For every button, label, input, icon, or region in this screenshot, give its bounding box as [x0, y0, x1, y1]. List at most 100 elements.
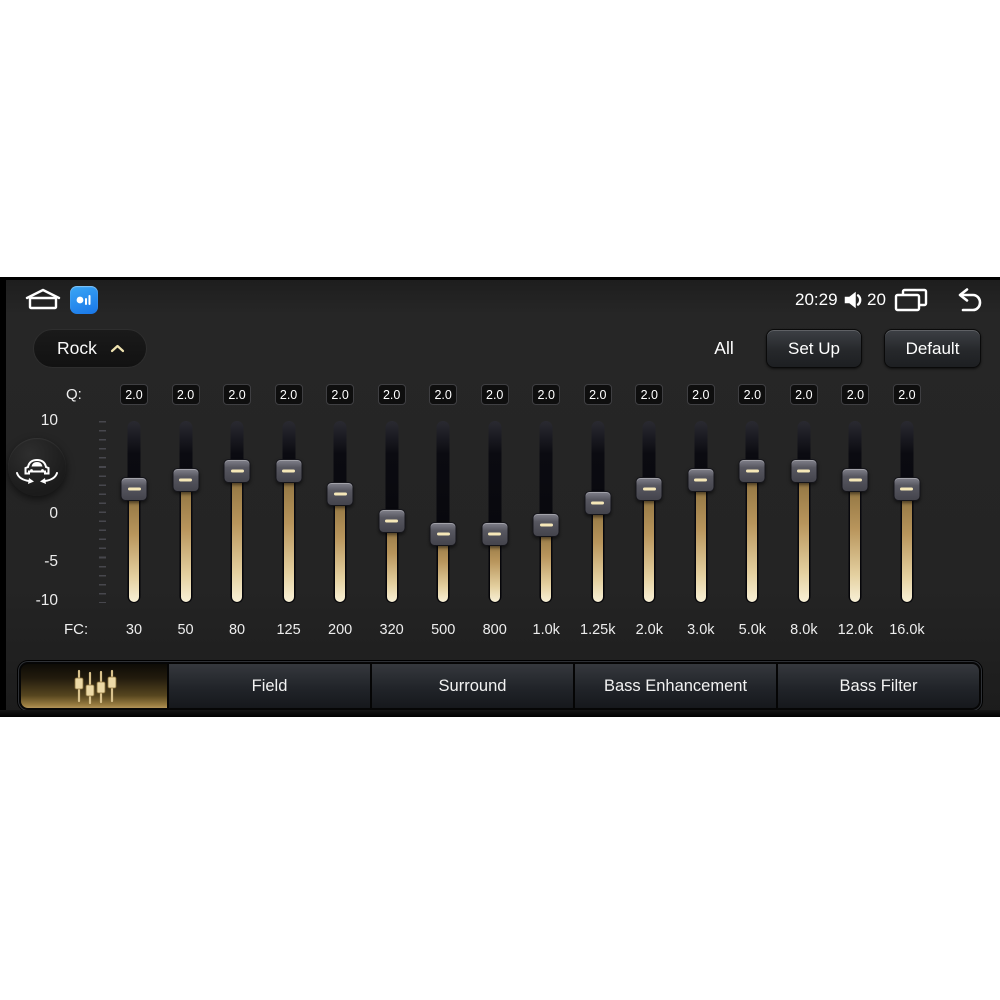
- eq-band: 2.0 200: [314, 384, 366, 638]
- home-icon: [25, 288, 61, 310]
- band-q-value[interactable]: 2.0: [583, 384, 612, 405]
- band-q-value[interactable]: 2.0: [274, 384, 303, 405]
- band-q-value[interactable]: 2.0: [738, 384, 767, 405]
- band-slider-handle[interactable]: [120, 477, 148, 501]
- tab-equalizer[interactable]: [21, 664, 169, 708]
- band-slider-handle[interactable]: [738, 459, 766, 483]
- band-slider-fill: [901, 489, 912, 602]
- band-frequency-label: 12.0k: [837, 622, 874, 638]
- band-frequency-label: 800: [482, 622, 507, 638]
- band-frequency-label: 3.0k: [687, 622, 715, 638]
- band-slider-handle[interactable]: [841, 468, 869, 492]
- band-q-value[interactable]: 2.0: [326, 384, 355, 405]
- band-slider-fill: [335, 493, 346, 602]
- band-slider-fill: [232, 471, 243, 602]
- eq-band: 2.0 500: [417, 384, 469, 638]
- tab-label: Bass Enhancement: [603, 676, 748, 695]
- band-q-value[interactable]: 2.0: [532, 384, 561, 405]
- recent-apps-button[interactable]: [893, 284, 929, 316]
- band-frequency-label: 200: [328, 622, 353, 638]
- tab-label: Bass Filter: [839, 676, 918, 695]
- tab-field[interactable]: Field: [169, 664, 372, 708]
- preset-selector[interactable]: Rock: [33, 329, 147, 368]
- tab-surround[interactable]: Surround: [372, 664, 575, 708]
- band-q-value[interactable]: 2.0: [480, 384, 509, 405]
- eq-band: 2.0 12.0k: [829, 384, 881, 638]
- eq-band: 2.0 5.0k: [726, 384, 778, 638]
- band-q-value[interactable]: 2.0: [120, 384, 148, 405]
- volume-indicator[interactable]: 20: [842, 284, 886, 316]
- sound-field-button[interactable]: [8, 438, 66, 496]
- eq-band: 2.0 1.25k: [572, 384, 624, 638]
- band-frequency-label: 1.0k: [532, 622, 560, 638]
- band-slider-handle[interactable]: [223, 459, 251, 483]
- band-frequency-label: 1.25k: [580, 622, 616, 638]
- eq-band: 2.0 3.0k: [675, 384, 727, 638]
- band-slider-handle[interactable]: [790, 459, 818, 483]
- status-bar: 20:29 20: [0, 284, 1000, 316]
- back-button[interactable]: [950, 284, 984, 316]
- band-slider-handle[interactable]: [893, 477, 921, 501]
- db-scale-ticks: [99, 421, 106, 603]
- tab-bass-filter[interactable]: Bass Filter: [778, 664, 979, 708]
- q-row-label: Q:: [66, 386, 82, 403]
- band-q-value[interactable]: 2.0: [171, 384, 200, 405]
- eq-band: 2.0 50: [160, 384, 212, 638]
- eq-band: 2.0 800: [469, 384, 521, 638]
- band-slider-fill: [747, 471, 758, 602]
- band-slider-fill: [695, 480, 706, 602]
- home-button[interactable]: [24, 284, 62, 316]
- band-frequency-label: 80: [228, 622, 246, 638]
- clock: 20:29: [795, 290, 838, 309]
- band-slider-fill: [798, 471, 809, 602]
- eq-band: 2.0 8.0k: [778, 384, 830, 638]
- band-frequency-label: 16.0k: [889, 622, 925, 638]
- band-q-value[interactable]: 2.0: [635, 384, 664, 405]
- band-q-value[interactable]: 2.0: [789, 384, 818, 405]
- band-slider-fill: [592, 502, 603, 602]
- band-q-value[interactable]: 2.0: [686, 384, 715, 405]
- equalizer-app-glyph: [76, 295, 91, 305]
- head-unit-equalizer-screen: 20:29 20 Rock All Set Up Default Q: FC: …: [0, 277, 1000, 717]
- band-frequency-label: 30: [125, 622, 143, 638]
- band-slider-fill: [129, 489, 139, 602]
- band-slider-handle[interactable]: [481, 522, 509, 546]
- eq-band: 2.0 80: [211, 384, 263, 638]
- eq-band: 2.0 2.0k: [623, 384, 675, 638]
- eq-band: 2.0 16.0k: [881, 384, 933, 638]
- band-slider-handle[interactable]: [635, 477, 663, 501]
- tab-bass-enhancement[interactable]: Bass Enhancement: [575, 664, 778, 708]
- band-q-value[interactable]: 2.0: [892, 384, 921, 405]
- equalizer-app-icon[interactable]: [70, 286, 98, 314]
- eq-band: 2.0 30: [108, 384, 160, 638]
- band-frequency-label: 320: [379, 622, 404, 638]
- volume-level: 20: [867, 290, 886, 309]
- eq-band: 2.0 125: [263, 384, 315, 638]
- tab-label: Surround: [438, 676, 507, 695]
- band-q-value[interactable]: 2.0: [223, 384, 252, 405]
- band-frequency-label: 8.0k: [790, 622, 818, 638]
- band-slider-fill: [180, 480, 191, 602]
- band-slider-handle[interactable]: [584, 490, 612, 515]
- band-q-value[interactable]: 2.0: [841, 384, 870, 405]
- eq-band: 2.0 1.0k: [520, 384, 572, 638]
- car-surround-icon: [16, 458, 58, 484]
- band-frequency-label: 500: [431, 622, 456, 638]
- band-slider-handle[interactable]: [532, 513, 560, 537]
- band-slider-handle[interactable]: [326, 481, 354, 506]
- db-scale-label: 0: [49, 505, 58, 522]
- default-button[interactable]: Default: [884, 329, 981, 368]
- band-q-value[interactable]: 2.0: [377, 384, 406, 405]
- chevron-up-icon: [110, 344, 124, 353]
- band-q-value[interactable]: 2.0: [429, 384, 458, 405]
- band-slider-handle[interactable]: [172, 468, 200, 492]
- band-slider-handle[interactable]: [687, 468, 715, 492]
- band-slider-handle[interactable]: [275, 459, 303, 483]
- band-slider-fill: [850, 480, 861, 602]
- setup-button[interactable]: Set Up: [766, 329, 862, 368]
- band-slider-handle[interactable]: [378, 508, 406, 533]
- db-scale-label: 10: [40, 412, 58, 429]
- all-label[interactable]: All: [700, 329, 748, 368]
- band-slider-handle[interactable]: [429, 522, 457, 546]
- band-frequency-label: 5.0k: [738, 622, 767, 638]
